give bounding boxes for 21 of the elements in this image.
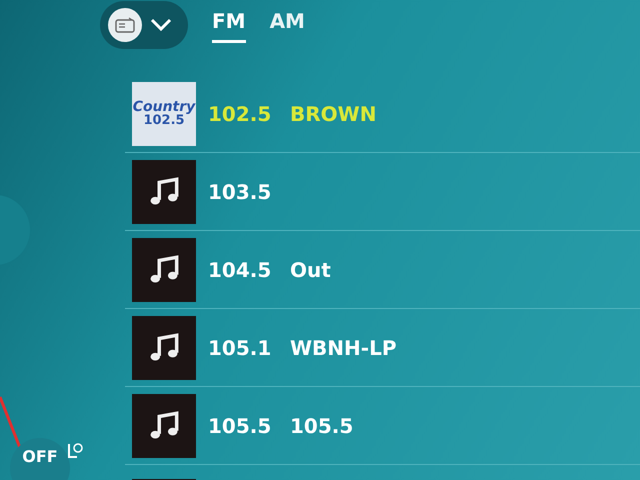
- station-name: BROWN: [290, 100, 376, 128]
- radio-icon: [115, 16, 135, 32]
- station-name: 105.5: [290, 412, 354, 440]
- source-button[interactable]: [100, 0, 188, 48]
- station-row[interactable]: 105.1 WBNH-LP: [125, 309, 640, 387]
- chevron-icon: [150, 18, 172, 32]
- station-frequency: 102.5: [208, 100, 272, 128]
- band-tab[interactable]: AM: [270, 6, 305, 43]
- station-name: Out: [290, 256, 331, 284]
- band-tab[interactable]: FM: [212, 6, 246, 43]
- logo-text: 102.5: [143, 114, 185, 127]
- station-frequency: 104.5: [208, 256, 272, 284]
- station-name: WBNH-LP: [290, 334, 396, 362]
- station-row[interactable]: 103.5: [125, 153, 640, 231]
- station-row[interactable]: 104.5 Out: [125, 231, 640, 309]
- power-button[interactable]: OFF: [10, 438, 70, 480]
- station-row[interactable]: 105.5 105.5: [125, 387, 640, 465]
- station-frequency: 105.1: [208, 334, 272, 362]
- station-frequency: 103.5: [208, 178, 272, 206]
- station-frequency: 105.5: [208, 412, 272, 440]
- logo-text: Country: [132, 100, 196, 114]
